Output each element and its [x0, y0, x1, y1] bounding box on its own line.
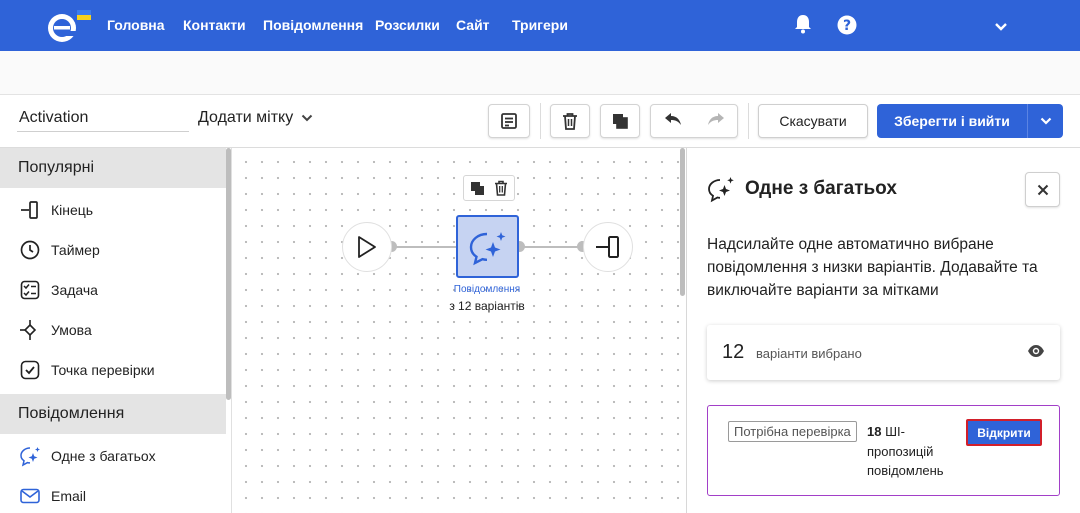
ai-suggestions-card: Потрібна перевірка 18 ШІ-пропозицій пові… [707, 405, 1060, 496]
svg-text:?: ? [843, 18, 851, 34]
panel-title: Одне з багатьох [745, 178, 897, 199]
notes-button[interactable] [488, 104, 530, 138]
message-node[interactable] [456, 215, 519, 278]
sparkle-chat-icon [707, 175, 735, 208]
sidebar-item-label: Кінець [51, 202, 94, 218]
node-type-label: Повідомлення [453, 284, 521, 295]
canvas-scrollbar[interactable] [680, 148, 685, 296]
sidebar-item-label: Задача [51, 282, 98, 298]
variants-count: 12 [722, 341, 745, 363]
nav-messages[interactable]: Повідомлення [263, 17, 363, 33]
copy-icon[interactable] [470, 181, 485, 196]
sidebar-item-task[interactable]: Задача [0, 270, 226, 310]
sidebar-item-email[interactable]: Email [0, 476, 226, 513]
undo-icon[interactable] [663, 111, 683, 132]
toolbar-divider [748, 103, 749, 139]
trash-icon[interactable] [494, 180, 508, 196]
copy-icon [613, 114, 628, 129]
sidebar-item-label: Умова [51, 322, 92, 338]
timer-icon [19, 239, 41, 261]
exit-icon [19, 199, 41, 221]
connector-line [392, 246, 456, 248]
add-tag-select[interactable]: Додати мітку [198, 109, 313, 127]
task-icon [19, 279, 41, 301]
sidebar-item-label: Email [51, 488, 87, 504]
open-button[interactable]: Відкрити [966, 419, 1042, 446]
sub-bar [0, 51, 1080, 95]
ai-suggestions-text: 18 ШІ-пропозицій повідомлень [867, 422, 959, 481]
sidebar-item-checkpoint[interactable]: Точка перевірки [0, 350, 226, 390]
variants-card: 12 варіанти вибрано [707, 325, 1060, 380]
sidebar-scrollbar[interactable] [226, 148, 231, 400]
add-tag-label: Додати мітку [198, 109, 294, 126]
node-variants-label: з 12 варіантів [449, 299, 525, 313]
blocks-sidebar: Популярні Кінець Таймер Задача Умова Точ… [0, 148, 232, 513]
nav-site[interactable]: Сайт [456, 17, 490, 33]
review-needed-badge: Потрібна перевірка [728, 421, 857, 442]
sidebar-item-one-of-many[interactable]: Одне з багатьох [0, 436, 226, 476]
connector-line [519, 246, 583, 248]
close-icon [1037, 184, 1048, 195]
sidebar-item-timer[interactable]: Таймер [0, 230, 226, 270]
flow-name-input[interactable] [17, 104, 189, 132]
end-node[interactable] [583, 222, 633, 272]
undo-redo-group [650, 104, 738, 138]
eye-icon[interactable] [1027, 344, 1045, 363]
sparkle-chat-icon [19, 445, 41, 467]
sidebar-item-label: Точка перевірки [51, 362, 155, 378]
save-options-button[interactable] [1027, 104, 1063, 138]
chevron-down-icon[interactable] [994, 19, 1008, 37]
email-icon [19, 485, 41, 507]
ai-suggestions-count: 18 [867, 424, 882, 439]
node-toolbar [463, 175, 515, 201]
flow-canvas[interactable] [232, 148, 685, 513]
nav-contacts[interactable]: Контакти [183, 17, 246, 33]
trash-icon [563, 113, 577, 130]
checkpoint-icon [19, 359, 41, 381]
note-icon [501, 113, 517, 129]
sparkle-chat-icon [469, 231, 505, 265]
panel-description: Надсилайте одне автоматично вибране пові… [707, 236, 1038, 299]
play-icon [358, 236, 376, 258]
toolbar-divider [540, 103, 541, 139]
chevron-down-icon [301, 109, 313, 127]
nav-campaigns[interactable]: Розсилки [375, 17, 440, 33]
save-and-exit-button[interactable]: Зберегти і вийти [877, 104, 1027, 138]
start-node[interactable] [342, 222, 392, 272]
cancel-button[interactable]: Скасувати [758, 104, 868, 138]
help-icon[interactable]: ? [837, 15, 857, 40]
section-messages: Повідомлення [0, 394, 226, 434]
chevron-down-icon [1040, 117, 1051, 125]
section-popular: Популярні [0, 148, 226, 188]
nav-triggers[interactable]: Тригери [512, 17, 568, 33]
bell-icon[interactable] [794, 14, 812, 39]
delete-button[interactable] [550, 104, 590, 138]
sidebar-item-end[interactable]: Кінець [0, 190, 226, 230]
variants-label: варіанти вибрано [756, 346, 862, 361]
copy-button[interactable] [600, 104, 640, 138]
nav-home[interactable]: Головна [107, 17, 165, 33]
sidebar-item-condition[interactable]: Умова [0, 310, 226, 350]
sidebar-item-label: Таймер [51, 242, 100, 258]
sidebar-item-label: Одне з багатьох [51, 448, 156, 464]
block-settings-panel: Одне з багатьох Надсилайте одне автомати… [686, 148, 1080, 513]
logo[interactable] [44, 6, 96, 46]
condition-icon [19, 319, 41, 341]
editor-toolbar: Додати мітку Скасувати Зберегти і вийти [0, 95, 1080, 148]
redo-icon[interactable] [706, 111, 726, 132]
exit-icon [596, 236, 619, 258]
close-button[interactable] [1025, 172, 1060, 207]
top-navigation: Головна Контакти Повідомлення Розсилки С… [0, 0, 1080, 51]
